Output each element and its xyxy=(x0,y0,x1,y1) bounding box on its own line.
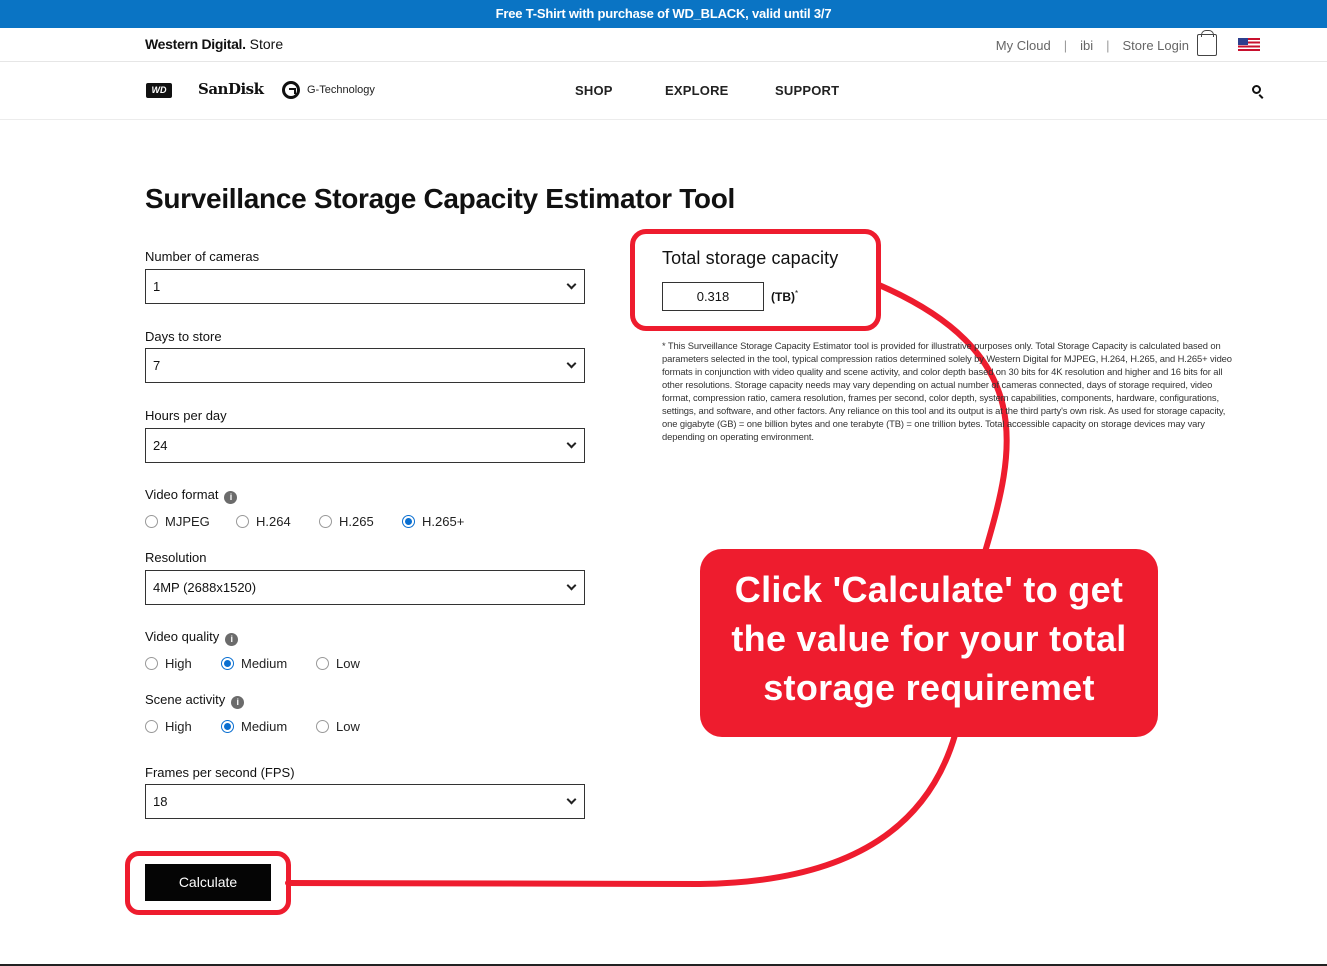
radio-scene-high[interactable]: High xyxy=(145,719,192,734)
days-value: 7 xyxy=(153,358,161,373)
wd-logo[interactable]: WD xyxy=(146,83,172,98)
promo-banner[interactable]: Free T-Shirt with purchase of WD_BLACK, … xyxy=(0,0,1327,28)
cameras-label: Number of cameras xyxy=(145,249,260,264)
total-storage-unit: (TB)* xyxy=(771,289,798,304)
us-flag-icon[interactable] xyxy=(1238,38,1260,51)
radio-button-selected[interactable] xyxy=(221,657,234,670)
radio-scene-medium[interactable]: Medium xyxy=(221,719,287,734)
hours-value: 24 xyxy=(153,438,168,453)
video-format-label-text: Video format xyxy=(145,487,219,502)
fps-label: Frames per second (FPS) xyxy=(145,765,295,780)
radio-h265-plus[interactable]: H.265+ xyxy=(402,514,464,529)
total-storage-panel: Total storage capacity 0.318 (TB)* xyxy=(630,229,881,331)
radio-label: Low xyxy=(336,719,360,734)
store-logo-light: Store xyxy=(245,36,284,52)
radio-button[interactable] xyxy=(236,515,249,528)
chevron-down-icon xyxy=(566,794,577,805)
sandisk-logo[interactable]: SanDisk xyxy=(198,80,264,98)
info-icon[interactable]: i xyxy=(224,491,238,504)
total-storage-title: Total storage capacity xyxy=(662,248,839,268)
search-icon[interactable] xyxy=(1252,85,1261,94)
g-technology-icon[interactable] xyxy=(282,81,300,99)
days-label: Days to store xyxy=(145,329,222,344)
radio-label: MJPEG xyxy=(165,514,210,529)
radio-h265[interactable]: H.265 xyxy=(319,514,374,529)
nav-support[interactable]: SUPPORT xyxy=(775,83,839,98)
radio-button-selected[interactable] xyxy=(221,720,234,733)
chevron-down-icon xyxy=(566,580,577,591)
radio-h264[interactable]: H.264 xyxy=(236,514,291,529)
radio-label: H.265+ xyxy=(422,514,465,529)
radio-label: Low xyxy=(336,656,360,671)
nav-explore[interactable]: EXPLORE xyxy=(665,83,729,98)
ibi-link[interactable]: ibi xyxy=(1080,38,1093,53)
resolution-value: 4MP (2688x1520) xyxy=(153,580,257,595)
nav-shop[interactable]: SHOP xyxy=(575,83,613,98)
total-storage-value: 0.318 xyxy=(662,282,764,311)
scene-activity-label-text: Scene activity xyxy=(145,692,226,707)
info-icon[interactable]: i xyxy=(225,633,239,646)
radio-scene-low[interactable]: Low xyxy=(316,719,360,734)
radio-button[interactable] xyxy=(145,515,158,528)
unit-footnote-mark: * xyxy=(795,289,799,298)
chevron-down-icon xyxy=(566,438,577,449)
store-logo-bold: Western Digital. xyxy=(145,36,246,52)
fps-value: 18 xyxy=(153,794,168,809)
cameras-select[interactable]: 1 xyxy=(145,269,585,304)
radio-button-selected[interactable] xyxy=(402,515,415,528)
chevron-down-icon xyxy=(566,279,577,290)
resolution-label: Resolution xyxy=(145,550,207,565)
callout-connector xyxy=(285,279,1010,888)
video-format-label: Video format i xyxy=(145,487,238,504)
resolution-select[interactable]: 4MP (2688x1520) xyxy=(145,570,585,605)
radio-label: H.265 xyxy=(339,514,374,529)
radio-label: High xyxy=(165,656,192,671)
page-title: Surveillance Storage Capacity Estimator … xyxy=(145,183,736,214)
radio-quality-low[interactable]: Low xyxy=(316,656,360,671)
radio-label: Medium xyxy=(241,719,288,734)
chevron-down-icon xyxy=(566,358,577,369)
radio-button[interactable] xyxy=(319,515,332,528)
radio-button[interactable] xyxy=(316,720,329,733)
radio-mjpeg[interactable]: MJPEG xyxy=(145,514,210,529)
hours-label: Hours per day xyxy=(145,408,227,423)
unit-text: (TB) xyxy=(771,290,795,304)
callout-line: Click 'Calculate' to get xyxy=(734,569,1124,610)
radio-label: High xyxy=(165,719,192,734)
radio-quality-medium[interactable]: Medium xyxy=(221,656,287,671)
g-technology-logo[interactable]: G-Technology xyxy=(307,84,375,96)
my-cloud-link[interactable]: My Cloud xyxy=(996,38,1051,53)
instruction-callout: Click 'Calculate' to get the value for y… xyxy=(700,549,1158,737)
radio-quality-high[interactable]: High xyxy=(145,656,192,671)
fps-select[interactable]: 18 xyxy=(145,784,585,819)
callout-line: the value for your total xyxy=(731,618,1127,659)
scene-activity-label: Scene activity i xyxy=(145,692,245,709)
radio-button[interactable] xyxy=(145,720,158,733)
utility-bar: Western Digital. Store My Cloud | ibi | … xyxy=(0,28,1327,62)
link-separator: | xyxy=(1063,38,1068,53)
cameras-value: 1 xyxy=(153,279,161,294)
store-logo[interactable]: Western Digital. Store xyxy=(145,36,283,52)
cart-icon[interactable] xyxy=(1197,30,1217,56)
days-select[interactable]: 7 xyxy=(145,348,585,383)
radio-label: Medium xyxy=(241,656,288,671)
radio-label: H.264 xyxy=(256,514,291,529)
disclaimer-text: * This Surveillance Storage Capacity Est… xyxy=(662,340,1232,442)
video-quality-label: Video quality i xyxy=(145,629,239,646)
link-separator: | xyxy=(1106,38,1110,53)
calculate-button[interactable]: Calculate xyxy=(145,864,271,901)
video-quality-label-text: Video quality xyxy=(145,629,220,644)
hours-select[interactable]: 24 xyxy=(145,428,585,463)
info-icon[interactable]: i xyxy=(231,696,245,709)
store-login-link[interactable]: Store Login xyxy=(1123,38,1190,53)
main-navigation: WD SanDisk G-Technology SHOP EXPLORE SUP… xyxy=(0,62,1327,120)
radio-button[interactable] xyxy=(316,657,329,670)
callout-line: storage requiremet xyxy=(763,667,1095,708)
radio-button[interactable] xyxy=(145,657,158,670)
